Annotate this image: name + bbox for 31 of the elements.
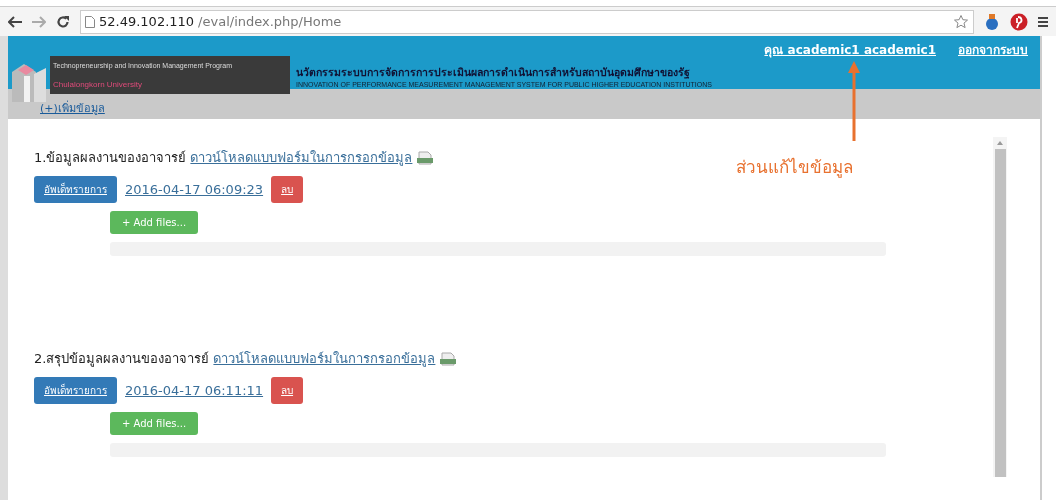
section-title: 2.สรุปข้อมูลผลงานของอาจารย์ — [34, 350, 210, 369]
file-icon — [439, 351, 458, 366]
logout-link[interactable]: ออกจากระบบ — [958, 40, 1028, 59]
add-files-button[interactable]: + Add files... — [110, 412, 199, 435]
user-link[interactable]: คุณ academic1 academic1 — [764, 40, 936, 59]
scroll-thumb[interactable] — [994, 149, 1006, 477]
menu-icon[interactable] — [1038, 15, 1048, 28]
add-data-link[interactable]: (+)เพิ่มข้อมูล — [40, 99, 105, 119]
site-title: นวัตกรรมระบบการจัดการการประเมินผลการดำเนินการสำหรับสถาบันอุดมศึกษาของรัฐ — [296, 65, 691, 81]
section-title: 1.ข้อมูลผลงานของอาจารย์ — [34, 149, 187, 168]
delete-button[interactable]: ลบ — [271, 176, 304, 203]
download-form-link[interactable]: ดาวน์โหลดแบบฟอร์มในการกรอกข้อมูล — [213, 348, 436, 369]
annotation-label: ส่วนแก้ไขข้อมูล — [735, 156, 853, 180]
logo-university-text: Chulalongkorn University — [53, 79, 143, 89]
back-icon[interactable] — [8, 15, 22, 28]
add-files-button[interactable]: + Add files... — [110, 211, 199, 234]
scroll-up-icon[interactable] — [997, 141, 1003, 145]
star-icon[interactable] — [953, 13, 969, 30]
file-link[interactable]: 2016-04-17 06:11:11 — [125, 383, 264, 398]
file-icon — [416, 150, 435, 165]
update-button[interactable]: อัพเด็ทรายการ — [34, 377, 117, 404]
update-button[interactable]: อัพเด็ทรายการ — [34, 176, 117, 203]
page-icon — [85, 15, 95, 28]
reload-icon[interactable] — [56, 14, 70, 29]
extension-icon[interactable] — [984, 12, 1000, 31]
address-bar[interactable]: 52.49.102.110 /eval/index.php/Home — [80, 9, 974, 34]
file-link[interactable]: 2016-04-17 06:09:23 — [125, 182, 264, 197]
delete-button[interactable]: ลบ — [271, 377, 304, 404]
download-form-link[interactable]: ดาวน์โหลดแบบฟอร์มในการกรอกข้อมูล — [190, 147, 413, 168]
scrollbar[interactable] — [993, 137, 1007, 477]
pin-icon[interactable] — [1010, 12, 1028, 31]
